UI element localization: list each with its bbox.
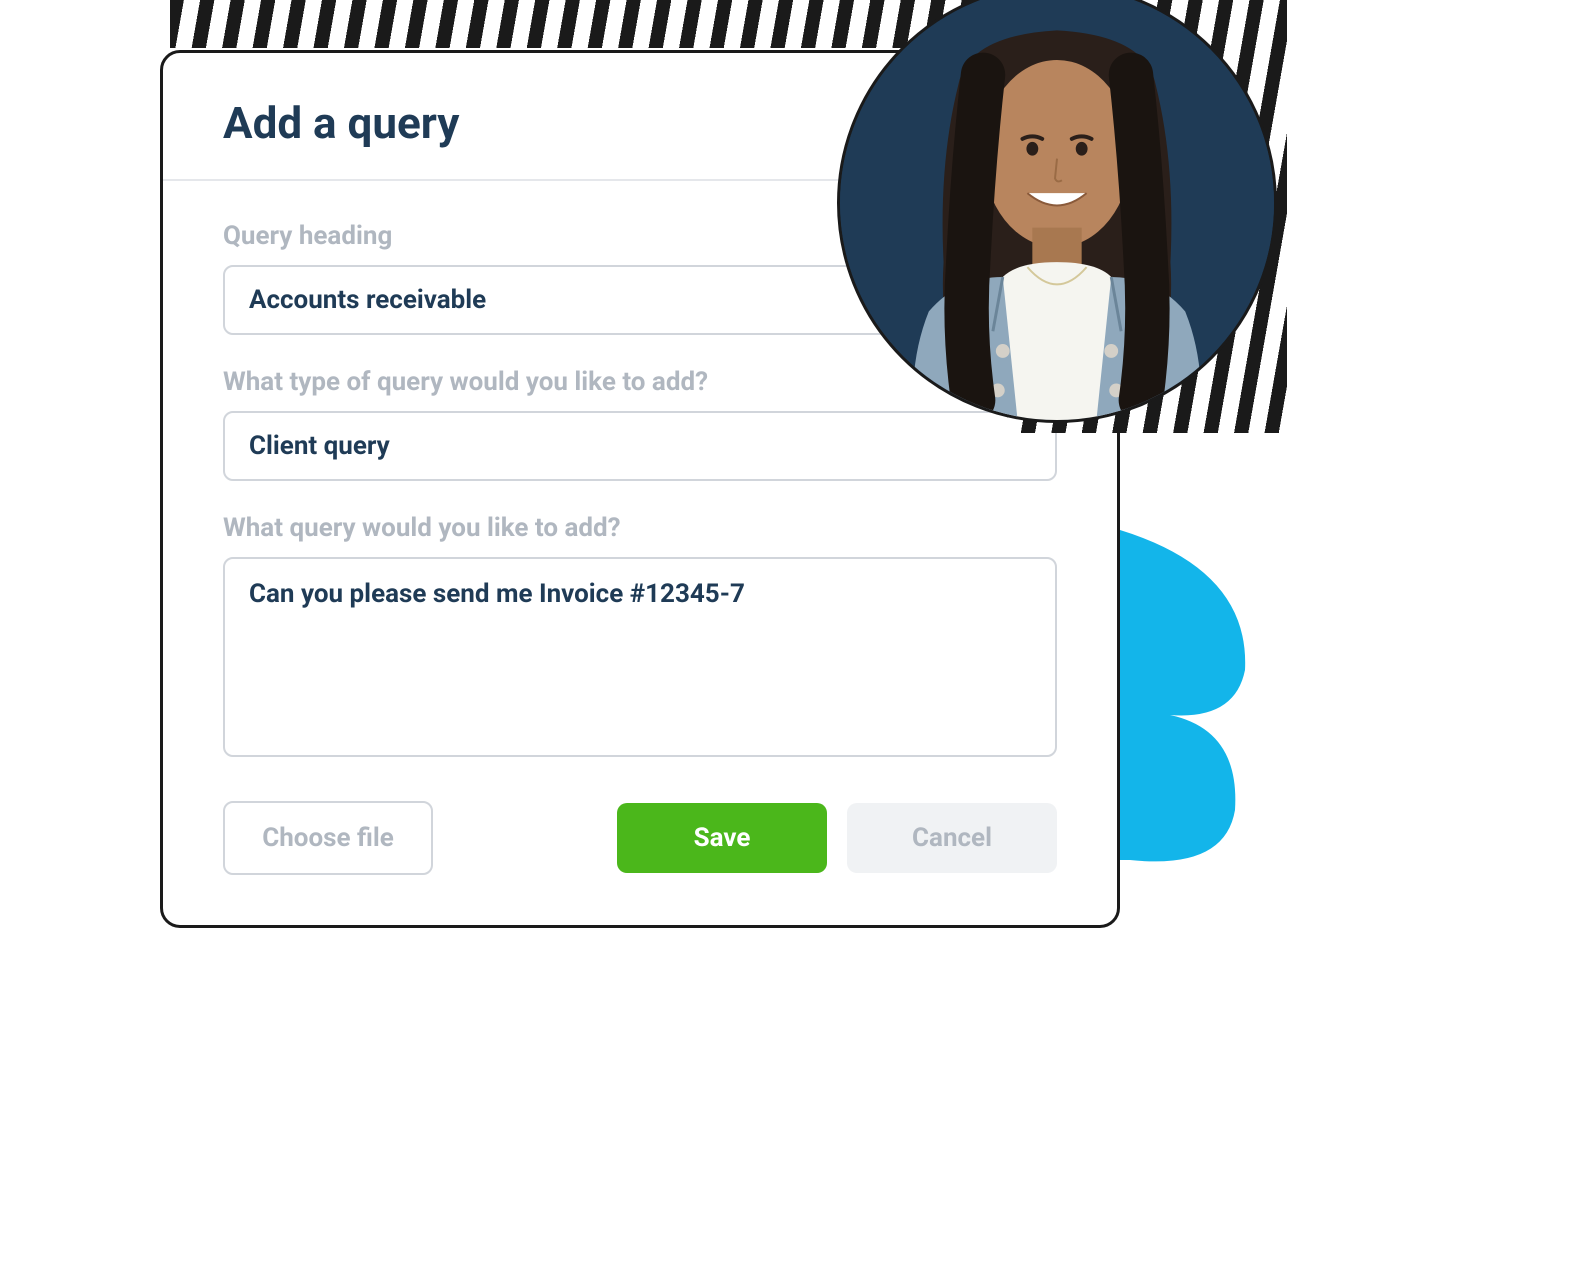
decorative-blue-shape — [1090, 530, 1300, 874]
person-icon — [840, 0, 1274, 420]
query-text-input[interactable] — [223, 557, 1057, 757]
avatar — [837, 0, 1277, 423]
save-button[interactable]: Save — [617, 803, 827, 873]
cancel-button[interactable]: Cancel — [847, 803, 1057, 873]
button-row: Choose file Save Cancel — [223, 801, 1057, 875]
avatar-wrapper — [837, 0, 1277, 423]
query-text-group: What query would you like to add? — [223, 513, 1057, 761]
add-query-modal: Add a query Query heading What type of q… — [160, 50, 1120, 928]
choose-file-button[interactable]: Choose file — [223, 801, 433, 875]
query-text-label: What query would you like to add? — [223, 513, 1057, 543]
